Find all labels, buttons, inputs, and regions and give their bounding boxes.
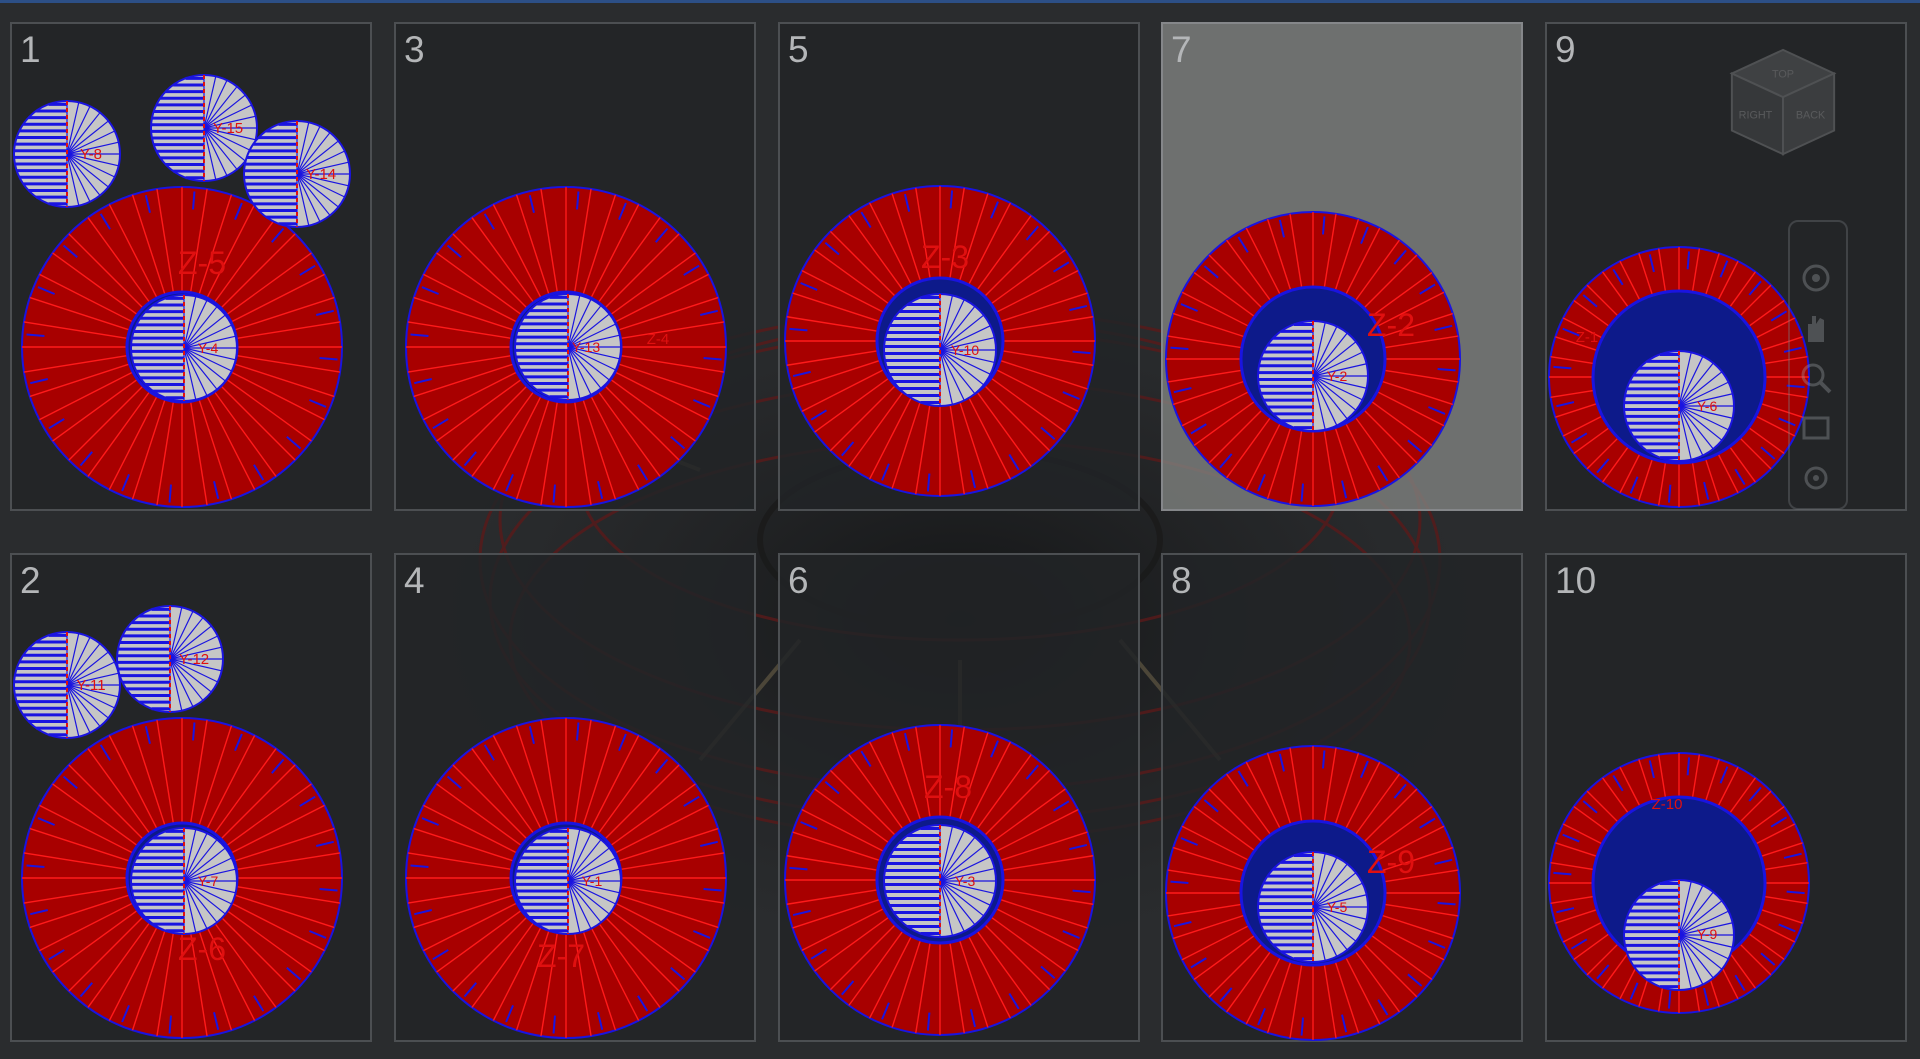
sheet-5[interactable]: Z-3 Y-10 5 xyxy=(778,22,1140,511)
ring-label: Z-5 xyxy=(178,245,226,281)
sheet-number: 9 xyxy=(1555,29,1576,70)
loose-disc-label: Y-14 xyxy=(306,166,336,183)
inner-disc-part[interactable]: Y-1 xyxy=(514,827,622,935)
sheet-6[interactable]: Z-8 Y-3 6 xyxy=(778,553,1140,1042)
ring-label: Z-6 xyxy=(178,931,226,967)
sheet-number: 6 xyxy=(788,560,809,601)
orbit-icon[interactable] xyxy=(1796,258,1836,298)
sheet-number: 8 xyxy=(1171,560,1192,601)
svg-text:BACK: BACK xyxy=(1796,110,1826,122)
inner-disc-part[interactable]: Y-7 xyxy=(130,827,238,935)
sheet-parts: Z-6 Y-7 Y-11 Y-12 xyxy=(13,605,344,1039)
disc-label: Y-5 xyxy=(1327,899,1348,915)
loose-disc-label: Y-15 xyxy=(213,120,243,137)
disc-label: Y-7 xyxy=(198,873,219,889)
loose-disc-label: Y-11 xyxy=(76,677,105,694)
sheet-parts: Z-4 Y-13 xyxy=(404,186,728,508)
sheet-number: 1 xyxy=(20,29,41,70)
sheet-4[interactable]: Z-7 Y-1 4 xyxy=(394,553,756,1042)
loose-disc-part[interactable]: Y-12 xyxy=(116,605,224,713)
sheet-number: 7 xyxy=(1171,29,1192,70)
disc-label: Y-10 xyxy=(951,342,980,358)
inner-disc-part[interactable]: Y-6 xyxy=(1623,350,1735,462)
disc-label: Y-9 xyxy=(1697,926,1718,942)
ring-label: Z-9 xyxy=(1367,844,1415,880)
ring-label: Z-7 xyxy=(537,938,585,974)
sheet-parts: Z-9 Y-5 xyxy=(1164,745,1462,1041)
inner-disc-part[interactable]: Y-13 xyxy=(514,293,622,401)
inner-disc-part[interactable]: Y-5 xyxy=(1257,851,1369,963)
sheet-parts: Z-7 Y-1 xyxy=(404,717,728,1039)
sheet-parts: Z-2 Y-2 xyxy=(1164,211,1462,507)
svg-text:TOP: TOP xyxy=(1772,68,1794,80)
inner-disc-part[interactable]: Y-10 xyxy=(883,293,997,407)
disc-label: Y-1 xyxy=(582,873,603,889)
sheet-number: 3 xyxy=(404,29,425,70)
loose-disc-part[interactable]: Y-15 xyxy=(150,74,258,182)
disc-label: Y-3 xyxy=(955,873,976,889)
inner-disc-part[interactable]: Y-2 xyxy=(1257,320,1369,432)
sheet-parts: Z-10 Y-9 xyxy=(1547,752,1811,1014)
inner-disc-part[interactable]: Y-3 xyxy=(883,824,997,938)
sheet-parts: Z-5 Y-4 Y-8 Y-15 Y-14 xyxy=(13,74,351,508)
sheet-number: 5 xyxy=(788,29,809,70)
loose-disc-label: Y-12 xyxy=(179,651,209,668)
disc-label: Y-13 xyxy=(572,339,601,355)
disc-label: Y-2 xyxy=(1327,368,1348,384)
ring-label: Z-3 xyxy=(921,239,969,275)
fit-icon[interactable] xyxy=(1796,408,1836,448)
loose-disc-part[interactable]: Y-11 xyxy=(13,631,121,739)
nesting-sheet-grid: Z-5 Y-4 Y-8 Y-15 Y-14 1 Z-4 Y-13 3 Z-3 Y-10 5 Z-2 Y-2… xyxy=(0,0,1920,1059)
sheet-7[interactable]: Z-2 Y-2 7 xyxy=(1161,22,1523,511)
sheet-number: 10 xyxy=(1555,560,1597,601)
ring-label: Z-10 xyxy=(1652,796,1683,813)
inner-disc-part[interactable]: Y-4 xyxy=(130,294,238,402)
ring-label: Z-1 xyxy=(1576,329,1599,346)
disc-label: Y-4 xyxy=(198,340,219,356)
sheet-2[interactable]: Z-6 Y-7 Y-11 Y-12 2 xyxy=(10,553,372,1042)
sheet-10[interactable]: Z-10 Y-9 10 xyxy=(1545,553,1907,1042)
pan-icon[interactable] xyxy=(1796,308,1836,348)
loose-disc-part[interactable]: Y-8 xyxy=(13,100,121,208)
sheet-3[interactable]: Z-4 Y-13 3 xyxy=(394,22,756,511)
loose-disc-part[interactable]: Y-14 xyxy=(243,120,351,228)
ring-label: Z-2 xyxy=(1367,307,1415,343)
ring-label: Z-4 xyxy=(647,331,670,348)
svg-text:RIGHT: RIGHT xyxy=(1739,110,1773,122)
settings-icon[interactable] xyxy=(1796,458,1836,498)
sheet-number: 2 xyxy=(20,560,41,601)
sheet-1[interactable]: Z-5 Y-4 Y-8 Y-15 Y-14 1 xyxy=(10,22,372,511)
sheet-8[interactable]: Z-9 Y-5 8 xyxy=(1161,553,1523,1042)
viewcube-widget[interactable]: TOP RIGHT BACK xyxy=(1724,44,1842,162)
sheet-parts: Z-3 Y-10 xyxy=(783,185,1097,497)
sheet-parts: Z-8 Y-3 xyxy=(783,724,1097,1036)
disc-label: Y-6 xyxy=(1697,398,1718,414)
sheet-number: 4 xyxy=(404,560,425,601)
loose-disc-label: Y-8 xyxy=(80,146,102,163)
zoom-icon[interactable] xyxy=(1796,358,1836,398)
ring-label: Z-8 xyxy=(924,769,972,805)
inner-disc-part[interactable]: Y-9 xyxy=(1623,879,1735,991)
